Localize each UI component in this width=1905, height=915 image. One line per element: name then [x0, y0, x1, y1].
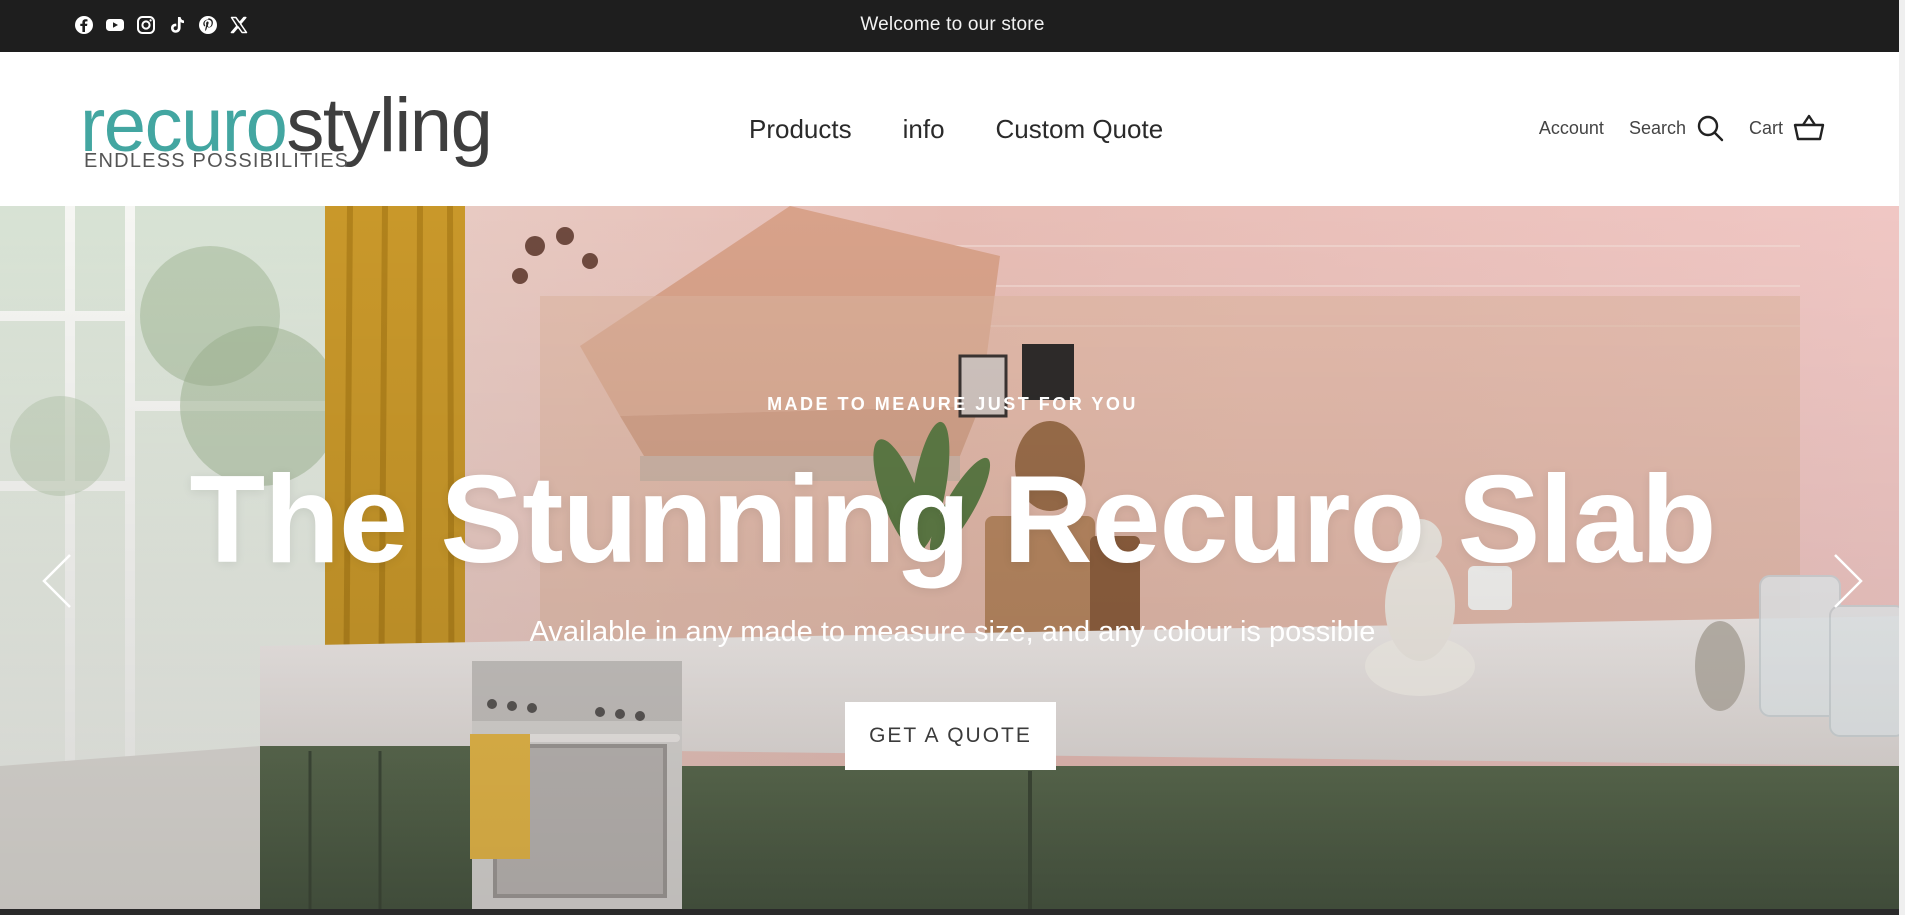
nav-item-products[interactable]: Products — [749, 114, 852, 145]
hero-slideshow: MADE TO MEAURE JUST FOR YOU The Stunning… — [0, 206, 1905, 909]
cart-label: Cart — [1748, 117, 1783, 138]
logo-tagline: ENDLESS POSSIBILITIES — [84, 150, 350, 172]
hero-subline: Available in any made to measure size, a… — [529, 616, 1376, 648]
nav-item-info[interactable]: info — [903, 114, 945, 145]
basket-icon — [1793, 114, 1825, 141]
site-logo[interactable]: recurostyling ENDLESS POSSIBILITIES — [80, 88, 493, 178]
site-header: recurostyling ENDLESS POSSIBILITIES Prod… — [0, 52, 1905, 206]
announcement-bar: Welcome to our store — [0, 0, 1905, 52]
account-link[interactable]: Account — [1539, 118, 1604, 139]
page-scrollbar[interactable] — [1899, 0, 1905, 915]
slideshow-next-button[interactable] — [1831, 551, 1865, 611]
chevron-right-icon — [1834, 554, 1863, 608]
search-icon — [1697, 115, 1724, 142]
page-bottom-strip — [0, 909, 1905, 915]
hero-eyebrow: MADE TO MEAURE JUST FOR YOU — [767, 394, 1138, 414]
chevron-left-icon — [42, 554, 71, 608]
announcement-text: Welcome to our store — [860, 14, 1045, 35]
utility-nav: Account Search Cart — [1539, 114, 1825, 142]
slideshow-prev-button[interactable] — [40, 551, 74, 611]
search-button[interactable]: Search — [1629, 114, 1724, 142]
account-label: Account — [1538, 117, 1604, 138]
hero-headline: The Stunning Recuro Slab — [189, 451, 1716, 589]
get-quote-button[interactable]: GET A QUOTE — [845, 702, 1056, 770]
search-label: Search — [1628, 117, 1686, 138]
nav-item-custom-quote[interactable]: Custom Quote — [996, 114, 1164, 145]
cart-button[interactable]: Cart — [1749, 114, 1825, 142]
main-nav: Products info Custom Quote — [749, 114, 1163, 145]
